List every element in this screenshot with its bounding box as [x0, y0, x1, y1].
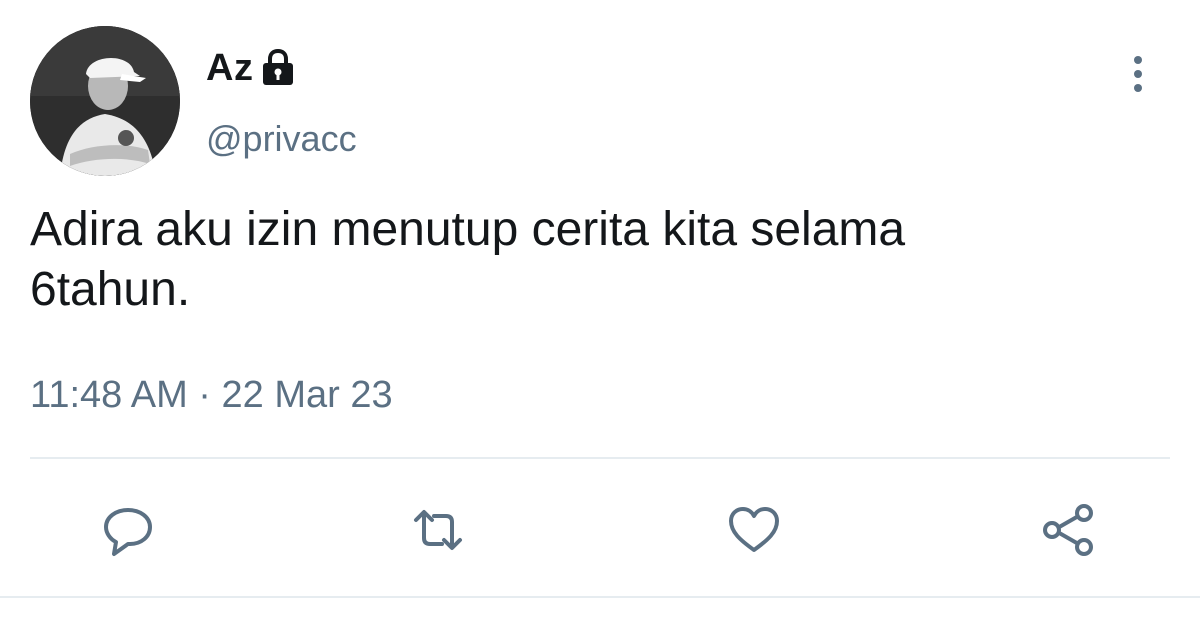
- retweet-icon: [414, 510, 462, 550]
- reply-icon: [104, 508, 152, 556]
- tweet-time: 11:48 AM: [30, 374, 188, 416]
- tweet-timestamp[interactable]: 11:48 AM · 22 Mar 23: [30, 374, 393, 417]
- display-name-row: Az: [206, 44, 295, 92]
- share-button[interactable]: [1040, 502, 1096, 558]
- avatar[interactable]: [30, 26, 180, 176]
- share-icon: [1043, 504, 1093, 556]
- reply-button[interactable]: [100, 502, 156, 558]
- meta-separator: ·: [198, 374, 211, 416]
- more-options-button[interactable]: [1118, 52, 1158, 96]
- avatar-photo: [30, 26, 180, 176]
- tweet-card: Az @privacc Adira aku izin menutup cerit…: [0, 0, 1200, 618]
- user-handle[interactable]: @privacc: [206, 118, 357, 160]
- more-vertical-icon: [1134, 56, 1142, 92]
- bottom-divider: [0, 596, 1200, 598]
- like-button[interactable]: [726, 502, 782, 558]
- display-name[interactable]: Az: [206, 47, 253, 90]
- divider: [30, 457, 1170, 459]
- lock-icon: [261, 48, 295, 87]
- tweet-date: 22 Mar 23: [221, 374, 393, 416]
- heart-icon: [729, 507, 779, 552]
- tweet-text: Adira aku izin menutup cerita kita selam…: [30, 203, 906, 316]
- retweet-button[interactable]: [410, 502, 466, 558]
